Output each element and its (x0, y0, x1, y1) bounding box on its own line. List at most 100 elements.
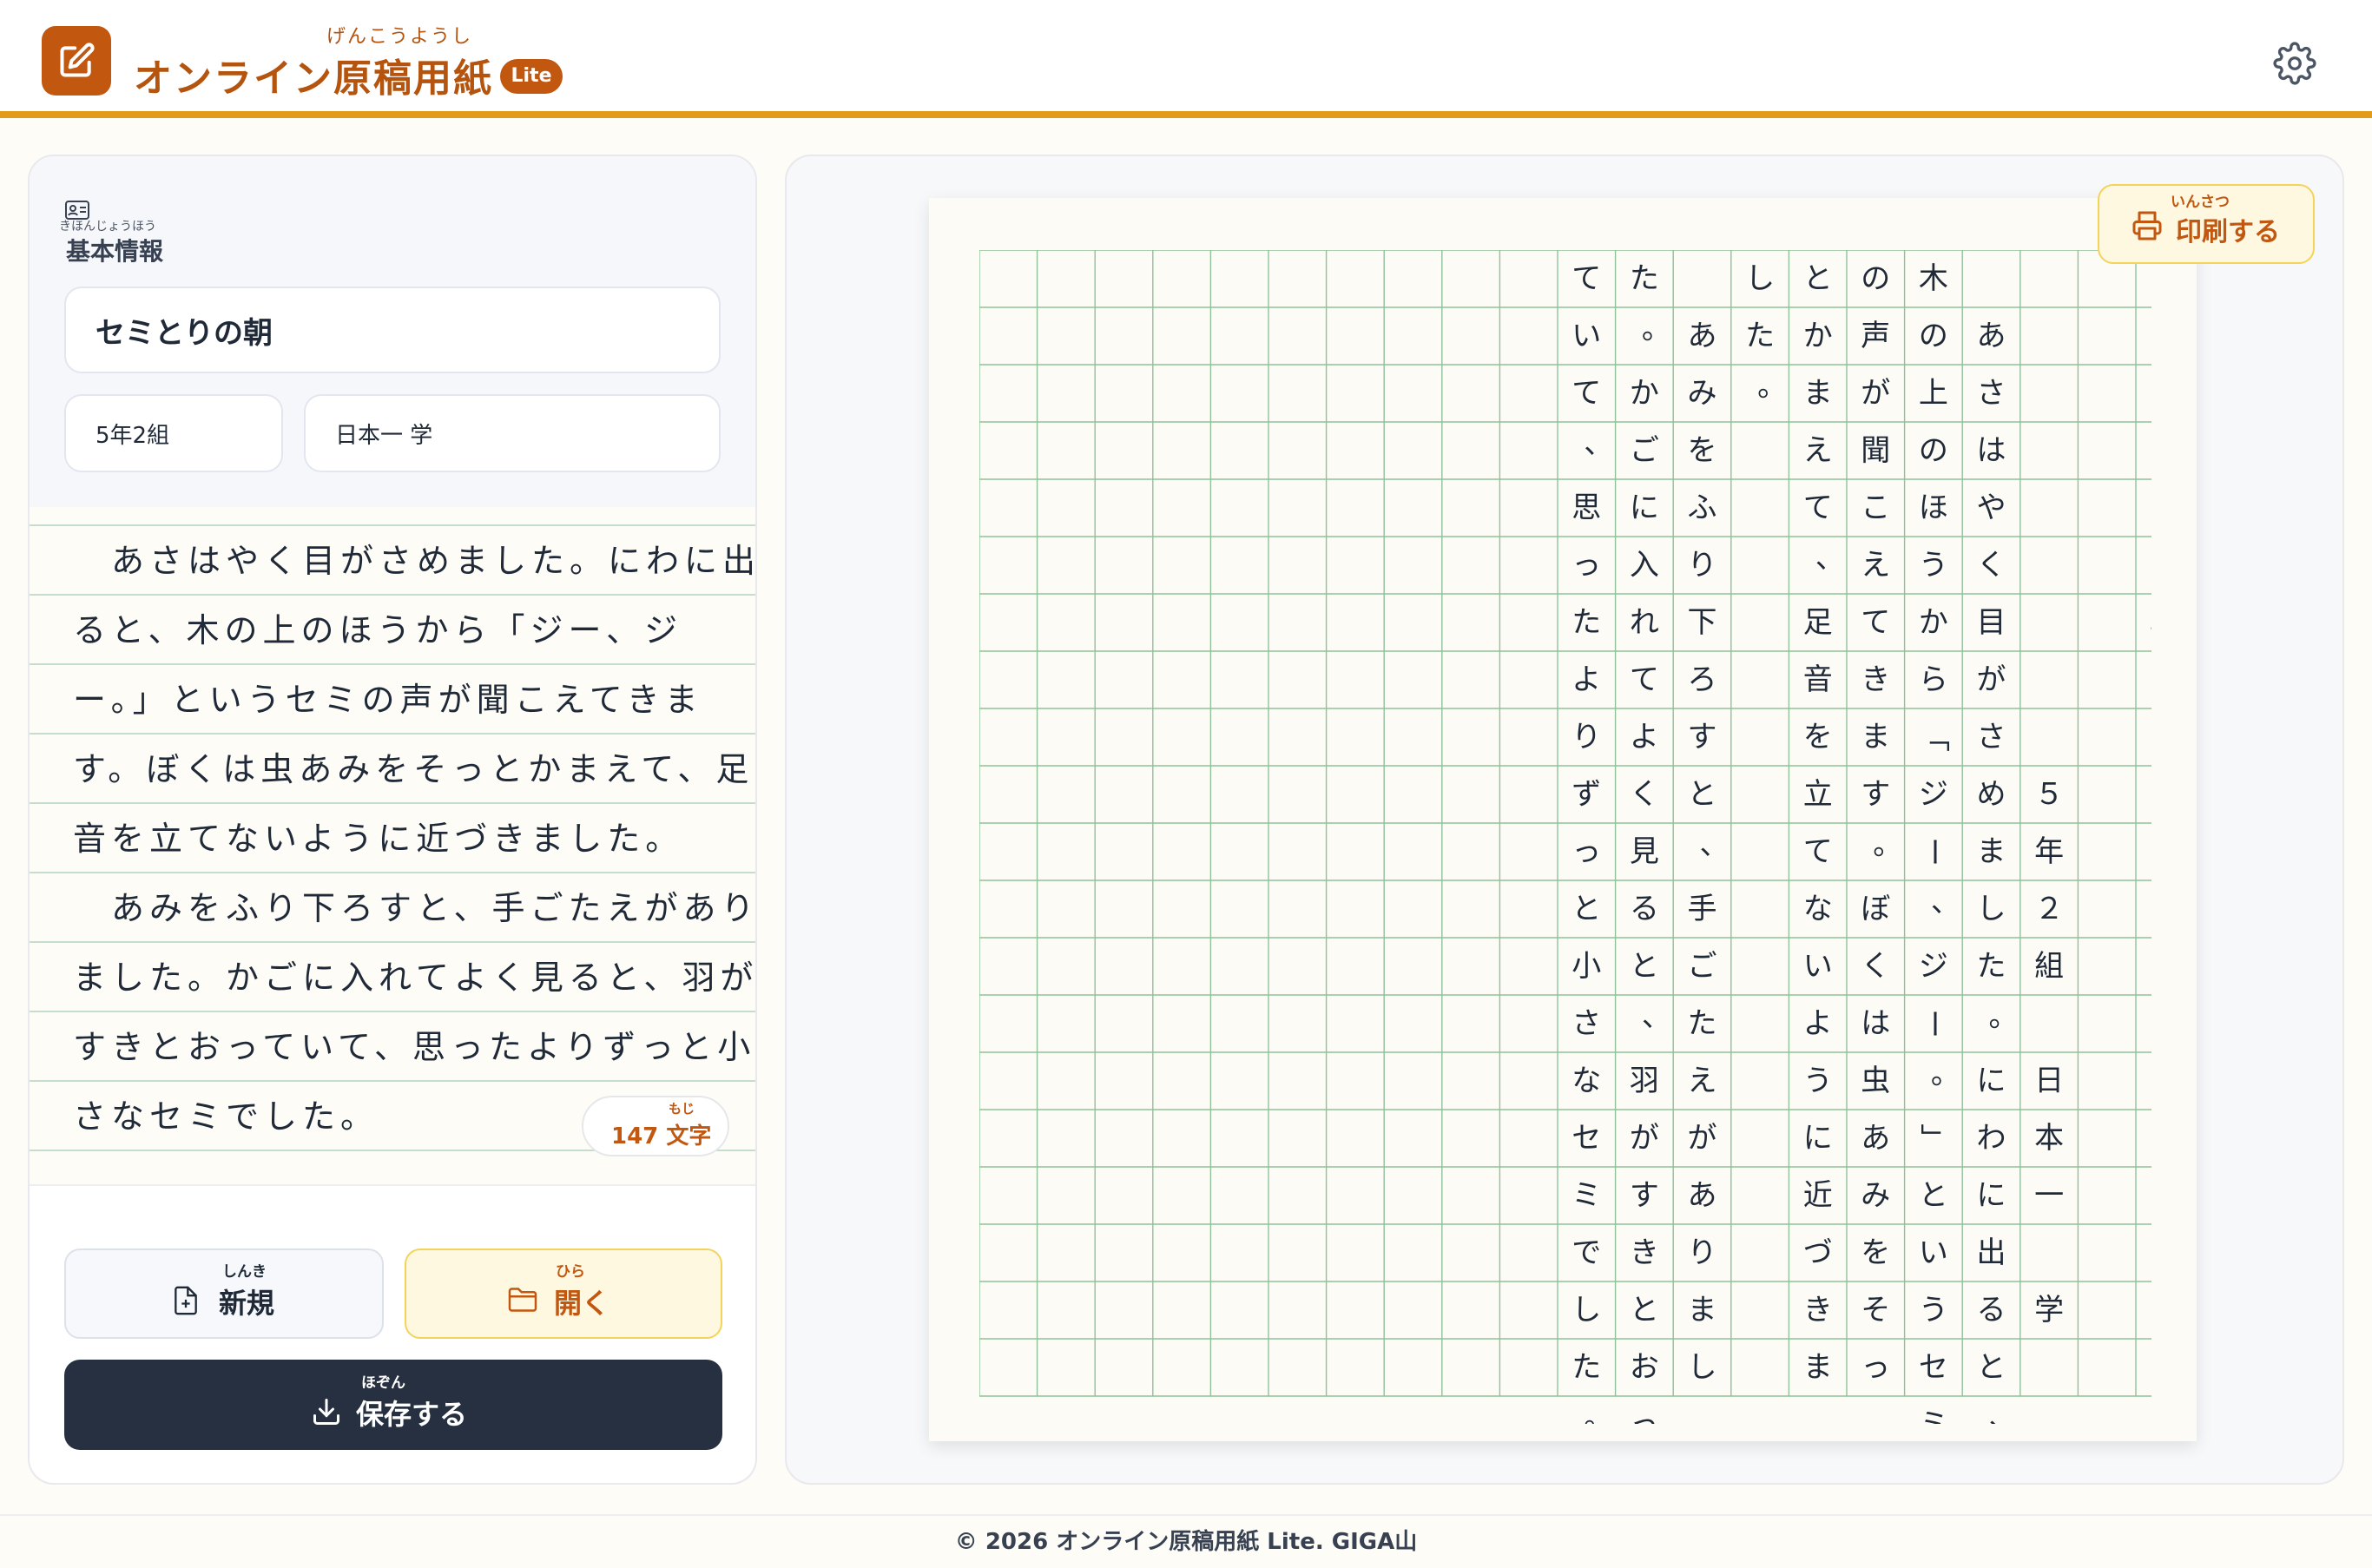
manuscript-char: 。 (1642, 312, 1671, 346)
manuscript-char: の (2150, 548, 2151, 583)
manuscript-char: ま (1977, 834, 2006, 869)
manuscript-char: 。 (1931, 1057, 1960, 1091)
manuscript-char: ろ (1688, 662, 1717, 697)
manuscript-char: く (1861, 949, 1890, 984)
manuscript-char: は (1861, 1006, 1890, 1041)
manuscript-char: よ (1803, 1006, 1833, 1041)
manuscript-char: て (1571, 261, 1601, 296)
editor-line (30, 507, 755, 526)
manuscript-char: 下 (1688, 605, 1717, 640)
manuscript-char: と (1919, 1178, 1948, 1213)
manuscript-char: に (1630, 491, 1659, 525)
manuscript-char: の (1919, 433, 1948, 468)
editor-line: ー。」というセミの声が聞こえてきま (30, 665, 755, 735)
manuscript-char: る (1630, 892, 1659, 926)
manuscript-char: ー (1916, 837, 1951, 866)
manuscript-char: さ (1571, 1006, 1601, 1041)
manuscript-char: か (1919, 605, 1948, 640)
lite-badge: Lite (500, 59, 563, 94)
manuscript-char: え (1688, 1064, 1717, 1098)
sidebar-panel: きほんじょうほう 基本情報 セミとりの朝 5年2組 日本一 学 あさはやく目がさ… (28, 155, 757, 1485)
manuscript-char: り (1688, 1235, 1717, 1270)
manuscript-char: り (2150, 491, 2151, 525)
manuscript-char: 。 (1757, 369, 1787, 404)
manuscript-char: な (1803, 892, 1833, 926)
manuscript-char: と (1688, 777, 1717, 812)
class-field[interactable]: 5年2組 (64, 394, 283, 472)
manuscript-char: ご (1630, 433, 1659, 468)
char-count-value: 147 文字 (611, 1123, 712, 1150)
manuscript-char: ５ (2034, 777, 2064, 812)
manuscript-char: 声 (1861, 319, 1890, 353)
manuscript-char: え (1861, 548, 1890, 583)
save-button[interactable]: ほぞん 保存する (64, 1360, 722, 1450)
manuscript-char: づ (1803, 1235, 1833, 1270)
manuscript-char: っ (1861, 1350, 1890, 1385)
open-button-label: 開く (554, 1287, 610, 1320)
manuscript-char: や (1977, 491, 2006, 525)
manuscript-char: セ (1919, 1350, 1948, 1385)
manuscript-char: す (1630, 1178, 1659, 1213)
manuscript-char: う (1919, 1293, 1948, 1328)
manuscript-char: た (1745, 319, 1775, 353)
manuscript-char: す (1688, 720, 1717, 754)
open-button[interactable]: ひら 開く (405, 1248, 722, 1339)
manuscript-char: ジ (1919, 777, 1948, 812)
manuscript-char: あ (1688, 1178, 1717, 1213)
manuscript-char: は (1977, 433, 2006, 468)
manuscript-char: か (1630, 376, 1659, 411)
manuscript-char: ま (1861, 720, 1890, 754)
manuscript-char: ほ (1919, 491, 1948, 525)
manuscript-char: っ (1630, 1407, 1659, 1424)
download-icon (313, 1399, 339, 1425)
manuscript-char: 入 (1630, 548, 1659, 583)
text-editor[interactable]: あさはやく目がさめました。にわに出 ると、木の上のほうから「ジー、ジ ー。」とい… (30, 507, 755, 1186)
manuscript-char: ミ (1919, 1407, 1948, 1424)
manuscript-char: あ (1861, 1121, 1890, 1156)
char-count-ruby: もじ (669, 1101, 695, 1117)
manuscript-char: み (1861, 1178, 1890, 1213)
manuscript-char: き (1803, 1293, 1833, 1328)
print-button[interactable]: いんさつ 印刷する (2098, 184, 2315, 264)
manuscript-char: よ (1630, 720, 1659, 754)
manuscript-char: が (1977, 662, 2006, 697)
gear-icon[interactable] (2273, 42, 2316, 85)
manuscript-char: ま (1803, 376, 1833, 411)
print-button-label: 印刷する (2176, 217, 2280, 247)
manuscript-char: と (1803, 261, 1833, 296)
manuscript-char: れ (1630, 605, 1659, 640)
manuscript-char: ぼ (1861, 892, 1890, 926)
manuscript-char: た (1977, 949, 2006, 984)
folder-icon (508, 1288, 537, 1312)
manuscript-char: ま (1803, 1350, 1833, 1385)
manuscript-char: と (1630, 949, 1659, 984)
manuscript-char: 羽 (1630, 1064, 1659, 1098)
manuscript-char: て (1630, 662, 1659, 697)
manuscript-char: く (1977, 548, 2006, 583)
basic-info-section: きほんじょうほう 基本情報 セミとりの朝 5年2組 日本一 学 (30, 156, 755, 507)
name-field[interactable]: 日本一 学 (304, 394, 721, 472)
editor-line: あさはやく目がさめました。にわに出 (30, 526, 755, 596)
manuscript-char: う (1919, 548, 1948, 583)
editor-line: す。ぼくは虫あみをそっとかまえて、足 (30, 735, 755, 804)
manuscript-char: と (1571, 892, 1601, 926)
char-count-badge: 147 文字 もじ (582, 1096, 729, 1156)
info-label-ruby: きほんじょうほう (59, 220, 156, 234)
title-field[interactable]: セミとりの朝 (64, 287, 721, 373)
new-button[interactable]: しんき 新規 (64, 1248, 384, 1339)
manuscript-char: 小 (1571, 949, 1601, 984)
manuscript-char: セ (1571, 1121, 1601, 1156)
manuscript-char: き (1630, 1235, 1659, 1270)
manuscript-char: り (1688, 548, 1717, 583)
editor-line: 音を立てないように近づきました。 (30, 804, 755, 873)
manuscript-char: え (1803, 433, 1833, 468)
manuscript-char: 上 (1919, 376, 1948, 411)
manuscript-char: た (1571, 1350, 1601, 1385)
manuscript-char: し (1745, 261, 1775, 296)
app-header: げんこうようし オンライン原稿用紙 Lite (0, 0, 2372, 118)
manuscript-char: を (1803, 720, 1833, 754)
manuscript-char: 虫 (1861, 1064, 1890, 1098)
manuscript-char: と (1630, 1293, 1659, 1328)
manuscript-char: 出 (1977, 1235, 2006, 1270)
manuscript-char: た (1571, 605, 1601, 640)
